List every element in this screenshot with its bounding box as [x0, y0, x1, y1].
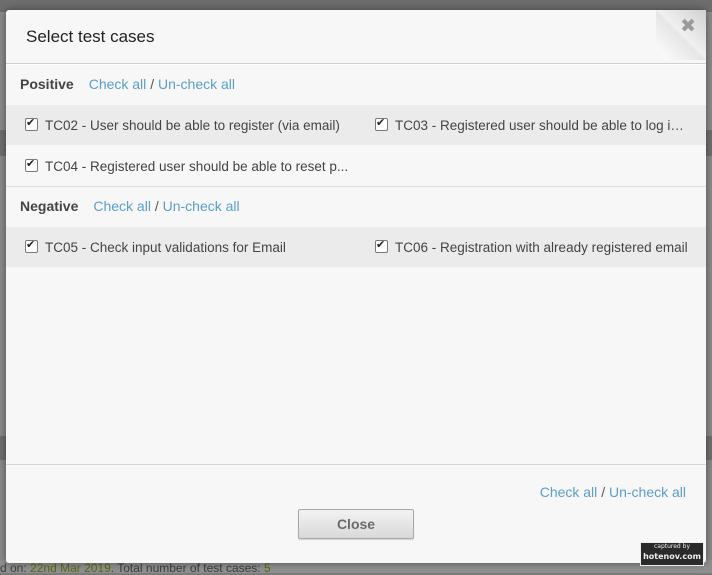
section-header-negative: Negative Check all / Un-check all — [20, 195, 240, 217]
watermark-logo: captured by hotenov.com — [640, 542, 704, 566]
test-case-row: TC04 - Registered user should be able to… — [6, 146, 706, 186]
test-case-label: TC03 - Registered user should be able to… — [395, 117, 687, 133]
close-button[interactable]: Close — [298, 509, 414, 539]
test-case-checkbox-tc05[interactable]: TC05 - Check input validations for Email — [25, 227, 355, 267]
section-title: Negative — [20, 198, 79, 214]
checkbox-checked[interactable] — [25, 116, 38, 131]
section-links: Check all / Un-check all — [88, 76, 235, 92]
checkbox-checked[interactable] — [375, 238, 388, 253]
check-all-link[interactable]: Check all — [93, 198, 151, 214]
section-header-positive: Positive Check all / Un-check all — [20, 73, 235, 95]
select-test-cases-dialog: Select test cases ✖ Positive Check all /… — [6, 10, 706, 563]
test-case-label: TC05 - Check input validations for Email — [45, 239, 286, 255]
test-case-label: TC04 - Registered user should be able to… — [45, 158, 349, 174]
test-case-row: TC02 - User should be able to register (… — [6, 105, 706, 145]
checkbox-checked[interactable] — [25, 157, 38, 172]
test-case-label: TC02 - User should be able to register (… — [45, 117, 340, 133]
footer-divider — [6, 464, 706, 465]
checkbox-checked[interactable] — [25, 238, 38, 253]
section-divider — [6, 186, 706, 187]
footer-links: Check all / Un-check all — [539, 484, 686, 500]
test-case-label: TC06 - Registration with already registe… — [395, 239, 688, 255]
section-title: Positive — [20, 76, 74, 92]
test-case-checkbox-tc02[interactable]: TC02 - User should be able to register (… — [25, 105, 355, 145]
test-case-row: TC05 - Check input validations for Email… — [6, 227, 706, 267]
test-case-checkbox-tc03[interactable]: TC03 - Registered user should be able to… — [375, 105, 687, 145]
test-case-checkbox-tc04[interactable]: TC04 - Registered user should be able to… — [25, 146, 355, 186]
header-divider — [6, 63, 706, 64]
checkbox-checked[interactable] — [375, 116, 388, 131]
dialog-title: Select test cases — [26, 27, 155, 46]
check-all-link[interactable]: Check all — [89, 76, 147, 92]
section-links: Check all / Un-check all — [93, 198, 240, 214]
uncheck-all-link[interactable]: Un-check all — [163, 198, 240, 214]
check-all-link[interactable]: Check all — [540, 484, 598, 500]
uncheck-all-link[interactable]: Un-check all — [158, 76, 235, 92]
uncheck-all-link[interactable]: Un-check all — [609, 484, 686, 500]
test-case-checkbox-tc06[interactable]: TC06 - Registration with already registe… — [375, 227, 695, 267]
close-icon[interactable]: ✖ — [680, 15, 696, 37]
